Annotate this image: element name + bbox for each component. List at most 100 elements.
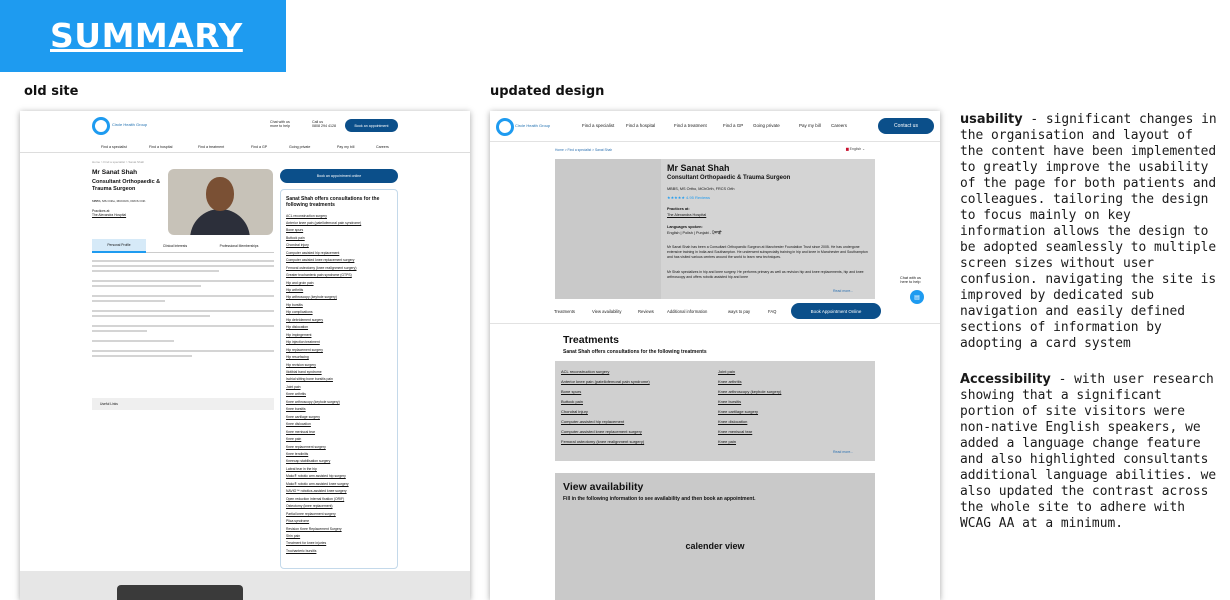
book-header-button[interactable]: Book an appointment [345,119,398,132]
treatment-link[interactable]: Buttock pain [561,397,650,407]
treatment-link[interactable]: Hip arthritis [286,287,392,294]
treatment-link[interactable]: Knee cartilage surgery [286,414,392,421]
treatment-link[interactable]: Knee pain [286,436,392,443]
treatment-link[interactable]: Knee bursitis [718,397,781,407]
nav-item[interactable]: Find a GP [723,123,743,128]
treatment-link[interactable]: Knee dislocation [718,417,781,427]
treatment-link[interactable]: Mako® robotic arm assisted knee surgery [286,481,392,488]
treatment-link[interactable]: Hip impingement [286,332,392,339]
useful-links-accordion[interactable]: Useful Links [92,398,274,410]
treatment-link[interactable]: Revision Knee Replacement Surgery [286,526,392,533]
treatment-link[interactable]: Hip resurfacing [286,354,392,361]
treatment-link[interactable]: Chondral injury [561,407,650,417]
treatment-link[interactable]: Anterior knee pain (patellofemoral pain … [286,220,392,227]
treatment-link[interactable]: Hip and groin pain [286,280,392,287]
treatment-link[interactable]: Knee meniscal tear [718,427,781,437]
nav-item[interactable]: Find a treatment [198,145,224,149]
treatment-link[interactable]: Treatment for knee injuries [286,540,392,547]
nav-item[interactable]: Pay my bill [337,145,354,149]
treatment-link[interactable]: Partial knee replacement surgery [286,511,392,518]
book-appointment-button[interactable]: Book Appointment Online [791,303,881,319]
treatment-link[interactable]: Shin pain [286,533,392,540]
nav-item[interactable]: Going private [753,123,780,128]
treatment-link[interactable]: Mako® robotic arm assisted hip surgery [286,473,392,480]
nav-item[interactable]: Find a treatment [674,123,707,128]
treatment-link[interactable]: Hip revision surgery [286,362,392,369]
treatment-link[interactable]: Computer assisted knee replacement surge… [286,257,392,264]
tab-professional-memberships[interactable]: Professional Memberships [204,239,274,253]
treatment-link[interactable]: Greater trochanteric pain syndrome (GTPS… [286,272,392,279]
treatment-link[interactable]: Plica syndrome [286,518,392,525]
treatment-link[interactable]: Hip dislocation [286,324,392,331]
treatment-link[interactable]: Knee cartilage surgery [718,407,781,417]
treatment-link[interactable]: Computer-assisted knee replacement surge… [561,427,650,437]
breadcrumb[interactable]: Home > Find a specialist > Sanat Shah [92,160,144,164]
nav-item[interactable]: Find a specialist [582,123,614,128]
treatment-link[interactable]: Computer assisted hip replacement [286,250,392,257]
treatment-link[interactable]: Knee tendinitis [286,451,392,458]
treatment-link[interactable]: Bone spurs [561,387,650,397]
treatment-link[interactable]: Joint pain [718,367,781,377]
treatment-link[interactable]: Knee arthroscopy (keyhole surgery) [286,399,392,406]
subnav-item[interactable]: View availability [592,309,621,314]
treatment-link[interactable]: Ischial sitting bone bursitis pain [286,376,392,383]
nav-item[interactable]: Careers [376,145,389,149]
tab-personal-profile[interactable]: Personal Profile [92,239,146,253]
nav-item[interactable]: Pay my bill [799,123,821,128]
treatment-link[interactable]: Labral tear in the hip [286,466,392,473]
nav-item[interactable]: Find a GP [251,145,267,149]
book-online-button[interactable]: Book an appointment online [280,169,398,183]
rating-stars[interactable]: ★★★★★ 4.95 Reviews [667,195,710,200]
treatment-link[interactable]: Iliotibial band syndrome [286,369,392,376]
treatment-link[interactable]: Hip arthroscopy (keyhole surgery) [286,294,392,301]
practice-link[interactable]: The Alexandra Hospital [667,213,706,219]
treatment-link[interactable]: ACL reconstruction surgery [286,213,392,220]
treatment-link[interactable]: Osteotomy (knee replacement) [286,503,392,510]
subnav-item[interactable]: ways to pay [728,309,750,314]
tab-clinical-interests[interactable]: Clinical Interests [150,239,200,253]
contact-button[interactable]: Contact us [878,118,934,134]
subnav-item[interactable]: Treatments [554,309,575,314]
chat-icon[interactable]: ▤ [910,290,924,304]
treatment-link[interactable]: Knee dislocation [286,421,392,428]
treatment-link[interactable]: Knee arthritis [286,391,392,398]
nav-item[interactable]: Find a hospital [626,123,655,128]
nav-item[interactable]: Going private [289,145,310,149]
treatment-link[interactable]: Femoral osteotomy (knee realignment surg… [286,265,392,272]
treatment-link[interactable]: Hip injection treatment [286,339,392,346]
treatment-link[interactable]: Knee meniscal tear [286,429,392,436]
subnav-item[interactable]: Additional information [667,309,707,314]
treatment-link[interactable]: Knee replacement surgery [286,444,392,451]
read-more-link[interactable]: Read more... [833,450,853,454]
treatment-link[interactable]: Joint pain [286,384,392,391]
read-more-link[interactable]: Read more... [833,289,853,293]
breadcrumb[interactable]: Home > Find a specialist > Sanat Shah [555,148,612,152]
treatment-link[interactable]: Hip replacement surgery [286,347,392,354]
treatment-link[interactable]: Knee arthroscopy (keyhole surgery) [718,387,781,397]
nav-item[interactable]: Careers [831,123,847,128]
treatment-link[interactable]: NAVIO™ robotics-assisted knee surgery [286,488,392,495]
treatment-link[interactable]: Femoral osteotomy (knee realignment surg… [561,437,650,447]
treatment-link[interactable]: Knee pain [718,437,781,447]
treatment-link[interactable]: Hip complications [286,309,392,316]
call-link[interactable]: Call us 0808 294 4128 [312,120,336,129]
treatment-link[interactable]: Kneecap stabilisation surgery [286,458,392,465]
treatment-link[interactable]: Chondral injury [286,242,392,249]
treatment-link[interactable]: Anterior knee pain (patellofemoral pain … [561,377,650,387]
practice-link[interactable]: The Alexandra Hospital [92,213,126,217]
nav-item[interactable]: Find a hospital [149,145,172,149]
treatment-link[interactable]: Hip debridement surgery [286,317,392,324]
calendar-placeholder[interactable]: calender view [555,541,875,551]
treatment-link[interactable]: Hip bursitis [286,302,392,309]
treatment-link[interactable]: Knee bursitis [286,406,392,413]
treatment-link[interactable]: Knee arthritis [718,377,781,387]
treatment-link[interactable]: Computer-assisted hip replacement [561,417,650,427]
nav-item[interactable]: Find a specialist [101,145,127,149]
treatment-link[interactable]: Open reduction internal fixation (ORIF) [286,496,392,503]
subnav-item[interactable]: Reviews [638,309,654,314]
treatment-link[interactable]: Trochanteric bursitis [286,548,392,555]
treatment-link[interactable]: ACL reconstruction surgery [561,367,650,377]
treatment-link[interactable]: Bone spurs [286,227,392,234]
subnav-item[interactable]: FAQ [768,309,776,314]
language-selector[interactable]: ▆ English ⌄ [846,147,865,151]
